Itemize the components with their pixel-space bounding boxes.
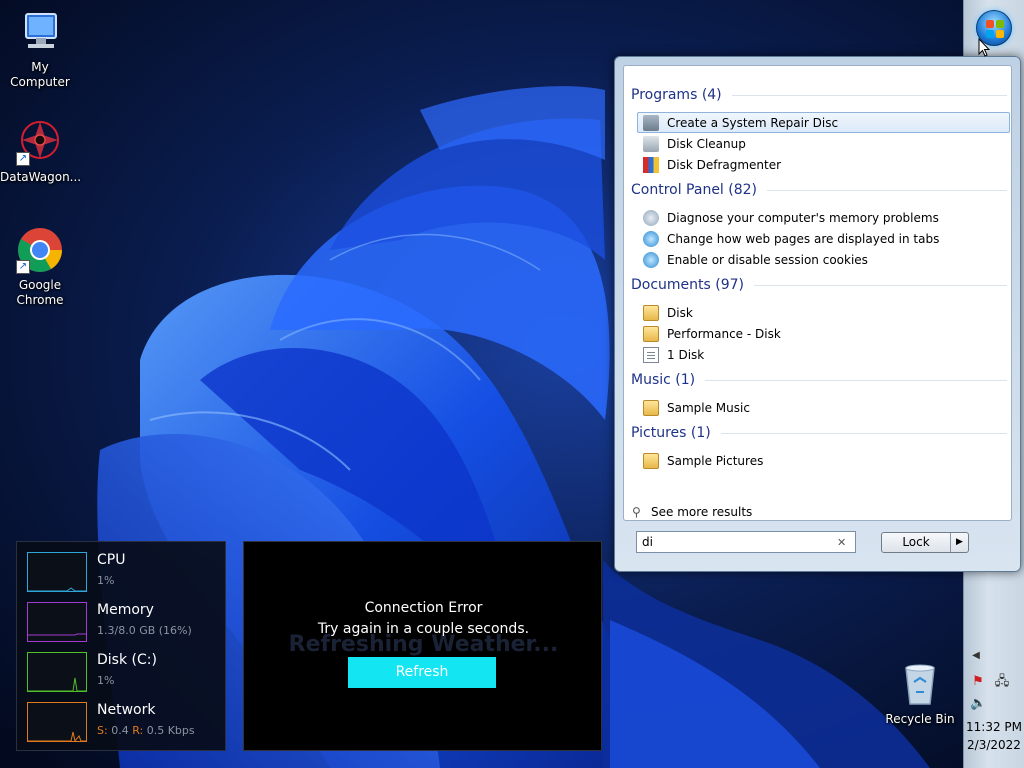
cpu-meter: CPU 1%: [27, 552, 222, 596]
defragmenter-icon: [643, 156, 659, 173]
network-value: S: 0.4 R: 0.5 Kbps: [97, 724, 195, 737]
cpu-graph: [27, 552, 87, 592]
desktop-icon-google-chrome[interactable]: ↗ Google Chrome: [0, 226, 80, 308]
result-folder-performance-disk[interactable]: Performance - Disk: [637, 323, 1010, 344]
disk-value: 1%: [97, 674, 115, 687]
power-options-arrow-icon[interactable]: ▶: [950, 533, 968, 552]
result-folder-disk[interactable]: Disk: [637, 302, 1010, 323]
start-search-input[interactable]: di: [636, 531, 856, 553]
cpu-label: CPU: [97, 552, 126, 568]
folder-icon: [643, 452, 659, 469]
lock-button[interactable]: Lock ▶: [881, 532, 969, 553]
chrome-icon: ↗: [16, 226, 64, 274]
desktop-icon-recycle-bin[interactable]: Recycle Bin: [880, 660, 960, 727]
search-results-panel: Programs (4) Create a System Repair Disc…: [623, 65, 1012, 521]
memory-graph: [27, 602, 87, 642]
desktop-icon-label: Google Chrome: [16, 278, 64, 307]
internet-options-icon: [643, 230, 659, 247]
desktop-icon-datawagon[interactable]: ↗ DataWagon...: [0, 118, 82, 185]
show-hidden-icon[interactable]: ◀: [968, 648, 984, 664]
shortcut-arrow-icon: ↗: [16, 152, 30, 166]
disk-label: Disk (C:): [97, 652, 157, 668]
disk-meter: Disk (C:) 1%: [27, 652, 222, 696]
connection-error-title: Connection Error: [364, 600, 483, 616]
result-create-system-repair-disc[interactable]: Create a System Repair Disc: [637, 112, 1010, 133]
folder-icon: [643, 399, 659, 416]
performance-monitor-gadget: CPU 1% Memory 1.3/8.0 GB (16%) Disk (C:)…: [16, 541, 226, 751]
internet-options-icon: [643, 251, 659, 268]
volume-icon[interactable]: 🔈: [970, 696, 986, 712]
weather-gadget: Refreshing Weather... Connection Error T…: [243, 541, 602, 751]
network-label: Network: [97, 702, 156, 718]
mouse-cursor-icon: [978, 38, 990, 57]
clear-search-icon[interactable]: ✕: [837, 536, 846, 549]
result-document-1-disk[interactable]: 1 Disk: [637, 344, 1010, 365]
start-menu: Programs (4) Create a System Repair Disc…: [614, 56, 1021, 572]
taskbar-clock[interactable]: 11:32 PM 2/3/2022: [966, 718, 1022, 754]
result-diagnose-memory[interactable]: Diagnose your computer's memory problems: [637, 207, 1010, 228]
shortcut-arrow-icon: ↗: [16, 260, 30, 274]
result-disk-defragmenter[interactable]: Disk Defragmenter: [637, 154, 1010, 175]
group-title-music[interactable]: Music (1): [631, 372, 1007, 388]
result-session-cookies[interactable]: Enable or disable session cookies: [637, 249, 1010, 270]
connection-error-message: Try again in a couple seconds.: [317, 621, 530, 637]
group-title-control-panel[interactable]: Control Panel (82): [631, 182, 1007, 198]
desktop-icon-label: Recycle Bin: [885, 712, 955, 726]
memory-meter: Memory 1.3/8.0 GB (16%): [27, 602, 222, 646]
windows-logo-icon: [986, 20, 1004, 38]
folder-icon: [643, 325, 659, 342]
repair-disc-icon: [643, 114, 659, 131]
datawagon-icon: ↗: [16, 118, 64, 166]
desktop-icon-my-computer[interactable]: My Computer: [0, 8, 80, 90]
computer-icon: [16, 8, 64, 56]
clock-date: 2/3/2022: [967, 738, 1021, 752]
see-more-results-link[interactable]: ⚲ See more results: [632, 505, 752, 519]
result-disk-cleanup[interactable]: Disk Cleanup: [637, 133, 1010, 154]
memory-label: Memory: [97, 602, 154, 618]
document-icon: [643, 346, 659, 363]
network-icon[interactable]: 🖧: [994, 674, 1010, 690]
search-icon: ⚲: [632, 505, 641, 519]
folder-icon: [643, 304, 659, 321]
group-title-pictures[interactable]: Pictures (1): [631, 425, 1007, 441]
refresh-button[interactable]: Refresh: [348, 657, 496, 688]
clock-time: 11:32 PM: [966, 720, 1022, 734]
network-graph: [27, 702, 87, 742]
network-meter: Network S: 0.4 R: 0.5 Kbps: [27, 702, 222, 746]
result-change-tabs-display[interactable]: Change how web pages are displayed in ta…: [637, 228, 1010, 249]
group-title-documents[interactable]: Documents (97): [631, 277, 1007, 293]
action-center-flag-icon[interactable]: ⚑: [970, 674, 986, 690]
recycle-bin-icon: [896, 660, 944, 708]
desktop-icon-label: My Computer: [10, 60, 70, 89]
group-title-programs[interactable]: Programs (4): [631, 87, 1007, 103]
desktop-icon-label: DataWagon...: [0, 170, 82, 184]
memory-value: 1.3/8.0 GB (16%): [97, 624, 192, 637]
result-sample-pictures[interactable]: Sample Pictures: [637, 450, 1010, 471]
result-sample-music[interactable]: Sample Music: [637, 397, 1010, 418]
cpu-value: 1%: [97, 574, 115, 587]
disk-graph: [27, 652, 87, 692]
disk-cleanup-icon: [643, 135, 659, 152]
control-panel-icon: [643, 209, 659, 226]
